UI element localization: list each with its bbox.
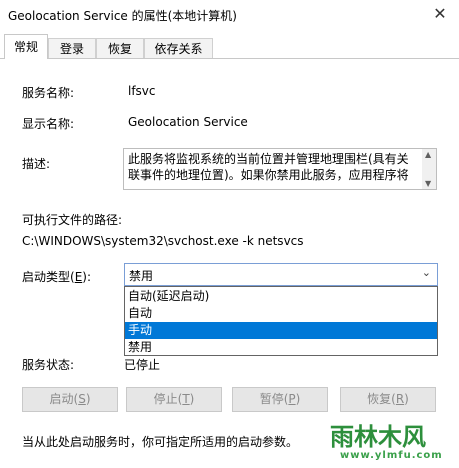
display-name-value: Geolocation Service (128, 115, 248, 129)
service-name-value: lfsvc (128, 84, 156, 98)
startup-type-dropdown: 自动(延迟启动) 自动 手动 禁用 (124, 286, 438, 356)
display-name-label: 显示名称: (22, 117, 75, 131)
tab-dependencies[interactable]: 依存关系 (144, 38, 213, 58)
startup-option-manual[interactable]: 手动 (125, 322, 437, 339)
path-value: C:\WINDOWS\system32\svchost.exe -k netsv… (22, 234, 304, 248)
tab-general[interactable]: 常规 (4, 34, 48, 59)
stop-button[interactable]: 停止(T) (126, 387, 222, 412)
startup-option-auto[interactable]: 自动 (125, 305, 437, 322)
service-name-label: 服务名称: (22, 86, 75, 100)
watermark-url: www.ylmfu.com (340, 450, 443, 461)
scroll-down-icon[interactable]: ▼ (425, 179, 431, 188)
service-status-label: 服务状态: (22, 358, 75, 372)
description-label: 描述: (22, 157, 51, 171)
description-text: 此服务将监视系统的当前位置并管理地理围栏(具有关联事件的地理位置)。如果你禁用此… (128, 152, 409, 182)
description-box[interactable]: 此服务将监视系统的当前位置并管理地理围栏(具有关联事件的地理位置)。如果你禁用此… (123, 148, 437, 190)
scroll-up-icon[interactable]: ▲ (425, 150, 431, 159)
window-title: Geolocation Service 的属性(本地计算机) (8, 9, 237, 23)
tab-recovery[interactable]: 恢复 (96, 38, 144, 58)
tab-strip: 常规 登录 恢复 依存关系 (0, 34, 459, 59)
path-label: 可执行文件的路径: (22, 213, 123, 227)
startup-type-selected: 禁用 (129, 269, 154, 283)
startup-parameters-hint: 当从此处启动服务时，你可指定所适用的启动参数。 (22, 435, 299, 449)
startup-option-disabled[interactable]: 禁用 (125, 339, 437, 356)
description-scrollbar[interactable]: ▲ ▼ (422, 149, 436, 189)
tab-logon[interactable]: 登录 (48, 38, 96, 58)
startup-option-auto-delayed[interactable]: 自动(延迟启动) (125, 288, 437, 305)
watermark-logo: 雨林木风 www.ylmfu.com (318, 407, 459, 467)
startup-type-label: 启动类型(E): (22, 270, 92, 284)
service-status-value: 已停止 (124, 358, 161, 372)
startup-type-select[interactable]: 禁用 ⌄ (124, 263, 438, 286)
chevron-down-icon[interactable]: ⌄ (422, 266, 431, 279)
start-button[interactable]: 启动(S) (22, 387, 118, 412)
close-icon[interactable]: ✕ (427, 2, 453, 26)
watermark-name: 雨林木风 (330, 423, 426, 451)
title-bar: Geolocation Service 的属性(本地计算机) ✕ (0, 0, 459, 30)
pause-button[interactable]: 暂停(P) (232, 387, 328, 412)
